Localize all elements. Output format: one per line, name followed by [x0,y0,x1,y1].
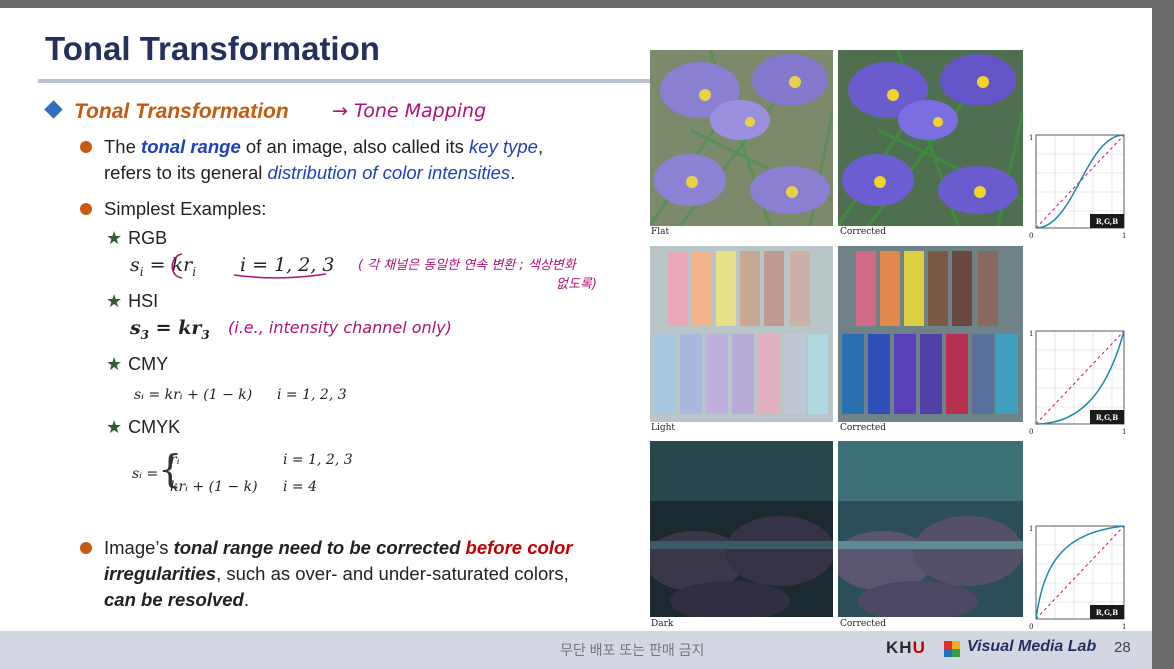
example-rgb: ★ RGB [106,228,168,248]
plot-x-left-2: 0 [1029,428,1033,436]
example-cmyk: ★ CMYK [106,417,181,437]
slide: Tonal Transformation Tonal Transformatio… [0,0,1174,669]
footer-notice: 무단 배포 또는 판매 금지 [560,642,705,658]
diamond-bullet-icon [44,100,63,119]
light-chalk-image [650,246,833,422]
plot-label-rgb-1: R,G,B [1096,217,1118,226]
tonal-correction-figure: Flat Corrected Light Corrected Dark Corr… [648,48,1130,632]
handwritten-note-rgb-1: ( 각 채널은 동일한 연속 변환 ; 색상변화 [358,258,576,273]
caption-flat: Flat [651,227,670,237]
corrected-rocks-image [838,441,1023,617]
plot-x-right-3: 1 [1122,623,1126,631]
caption-light: Light [651,423,676,433]
plot-x-left-3: 0 [1029,623,1033,631]
curve-plot-light: R,G,B 1 0 1 [1029,330,1126,436]
plot-x-right-1: 1 [1122,232,1126,240]
flat-iris-image [650,50,833,226]
curve-plot-dark: R,G,B 1 0 1 [1029,525,1126,631]
bullet-dot-icon [80,542,92,554]
caption-dark: Dark [651,619,674,629]
bullet-correction: Image’s tonal range need to be corrected… [80,535,620,613]
bullet-simplest-examples: Simplest Examples: [80,196,266,222]
equation-hsi: s3 = kr3 [130,317,210,342]
khu-logo: KHU [886,638,926,657]
equation-cmyk-row2: krᵢ + (1 − k) [170,479,258,495]
visual-media-lab-logo-icon [944,641,960,657]
corrected-chalk-image [838,246,1023,422]
handwritten-note-rgb-2: 없도록) [556,277,597,292]
equation-cmyk-row1: rᵢ [170,452,180,468]
slide-title: Tonal Transformation [45,30,380,67]
equation-cmyk-row2-index: i = 4 [283,479,318,495]
plot-y-top-2: 1 [1029,330,1033,338]
caption-corrected-1: Corrected [840,227,886,237]
caption-corrected-2: Corrected [840,423,886,433]
bullet-dot-icon [80,141,92,153]
example-cmy: ★ CMY [106,354,169,374]
star-icon: ★ [106,291,123,311]
star-icon: ★ [106,354,123,374]
window-edge-right [1152,0,1174,669]
handwritten-note-hsi: (i.e., intensity channel only) [228,318,452,337]
star-icon: ★ [106,417,123,437]
plot-x-left-1: 0 [1029,232,1033,240]
plot-x-right-2: 1 [1122,428,1126,436]
section-heading-text: Tonal Transformation [74,100,289,123]
handwritten-tone-mapping: → Tone Mapping [332,100,487,122]
term-distribution: distribution of color intensities [267,162,511,183]
equation-cmyk-lhs: sᵢ = [132,466,159,482]
handwritten-marks-rgb [171,253,327,279]
title-underline [38,79,650,83]
curve-plot-flat: R,G,B 1 0 1 [1029,134,1126,240]
plot-label-rgb-3: R,G,B [1096,608,1118,617]
star-icon: ★ [106,228,123,248]
lab-name: Visual Media Lab [967,638,1097,655]
plot-y-top-1: 1 [1029,134,1033,142]
caption-corrected-3: Corrected [840,619,886,629]
example-hsi: ★ HSI [106,291,159,311]
dark-rocks-image [650,441,833,617]
bullet-dot-icon [80,203,92,215]
equation-cmy-index: i = 1, 2, 3 [277,387,347,403]
equation-cmy: sᵢ = krᵢ + (1 − k) [134,387,253,403]
window-edge-top [0,0,1174,8]
slide-footer: 무단 배포 또는 판매 금지 KHU Visual Media Lab 28 [0,631,1152,669]
bullet-tonal-range: The tonal range of an image, also called… [80,134,620,186]
page-number: 28 [1114,639,1131,656]
section-heading: Tonal Transformation [44,100,289,124]
term-tonal-range: tonal range [141,136,241,157]
plot-y-top-3: 1 [1029,525,1033,533]
term-key-type: key type [469,136,538,157]
equation-cmyk-row1-index: i = 1, 2, 3 [283,452,353,468]
corrected-iris-image [838,50,1023,226]
plot-label-rgb-2: R,G,B [1096,413,1118,422]
